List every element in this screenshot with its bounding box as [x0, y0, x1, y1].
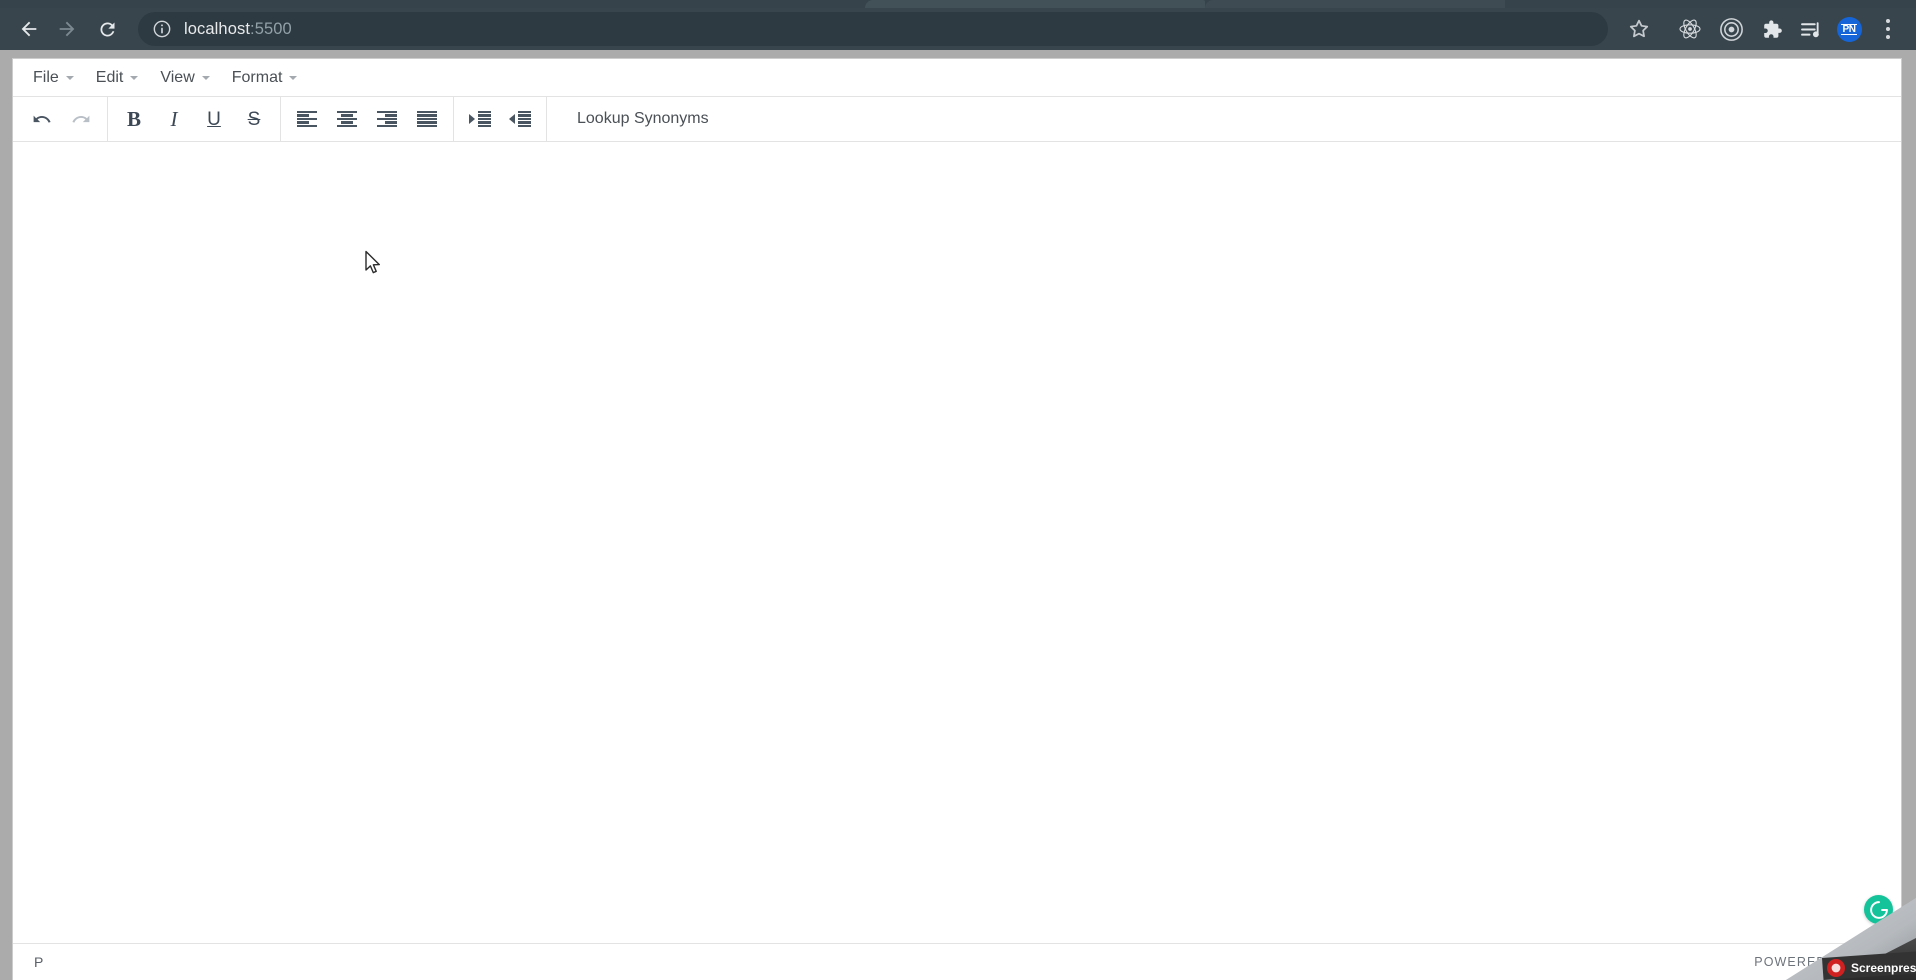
decrease-indent-icon [509, 111, 531, 127]
indent-button[interactable] [461, 103, 499, 136]
align-center-button[interactable] [328, 103, 366, 136]
align-right-icon [377, 111, 397, 127]
align-center-icon [337, 111, 357, 127]
browser-tab-inactive[interactable] [865, 0, 1205, 8]
browser-tab-active[interactable] [1205, 0, 1505, 8]
chevron-down-icon [289, 75, 298, 80]
lookup-synonyms-button[interactable]: Lookup Synonyms [567, 103, 719, 136]
italic-icon: I [170, 106, 178, 131]
editor-statusbar: P POWERED BY TINY [13, 944, 1901, 980]
align-right-button[interactable] [368, 103, 406, 136]
editor-content-area[interactable] [13, 142, 1901, 944]
editor-content-text [13, 142, 1901, 170]
editor-menubar: File Edit View Format [13, 59, 1901, 97]
extension-react-devtools-button[interactable] [1676, 15, 1704, 43]
browser-menu-button[interactable] [1878, 15, 1898, 43]
toolbar-group-format: B I U S [114, 97, 274, 142]
back-arrow-icon [21, 21, 37, 37]
address-bar[interactable]: localhost:5500 [138, 12, 1608, 46]
lookup-synonyms-label: Lookup Synonyms [577, 110, 709, 127]
strikethrough-button[interactable]: S [235, 103, 273, 136]
editor-toolbar: B I U S Lookup Synonyms [13, 96, 1901, 142]
toolbar-separator [107, 96, 108, 142]
chevron-down-icon [65, 75, 74, 80]
strikethrough-icon: S [247, 108, 261, 130]
pn-badge: PN [1836, 16, 1862, 42]
extension-target-button[interactable] [1717, 15, 1745, 43]
bookmark-star-button[interactable] [1626, 16, 1652, 42]
toolbar-group-history [21, 97, 101, 142]
menu-format[interactable]: Format [223, 65, 307, 91]
menu-edit-label: Edit [95, 68, 124, 86]
reload-icon [99, 21, 114, 36]
align-left-icon [297, 111, 317, 127]
underline-button[interactable]: U [195, 103, 233, 136]
italic-button[interactable]: I [155, 103, 193, 136]
three-dot-menu-icon [1886, 17, 1890, 41]
reload-button[interactable] [92, 14, 122, 44]
toolbar-separator [546, 96, 547, 142]
toolbar-group-indent [460, 97, 540, 142]
star-icon [1629, 19, 1649, 38]
justify-button[interactable] [408, 103, 446, 136]
menu-view[interactable]: View [151, 65, 218, 91]
browser-tab-strip [0, 0, 1916, 8]
puzzle-piece-icon [1763, 19, 1782, 38]
align-justify-icon [417, 111, 437, 127]
url-port: :5500 [250, 19, 292, 38]
url-host: localhost [184, 19, 251, 38]
increase-indent-icon [469, 111, 491, 127]
bold-button[interactable]: B [115, 103, 153, 136]
forward-arrow-icon [59, 21, 75, 37]
outdent-button[interactable] [501, 103, 539, 136]
toolbar-separator [453, 96, 454, 142]
react-atom-icon [1679, 19, 1701, 39]
browser-chrome: localhost:5500 PN [0, 0, 1916, 50]
target-circle-icon [1719, 17, 1743, 41]
pn-badge-label: PN [1841, 23, 1857, 35]
menu-edit[interactable]: Edit [87, 65, 148, 91]
extension-playlist-button[interactable] [1797, 15, 1825, 43]
toolbar-group-align [287, 97, 447, 142]
info-circle-icon[interactable] [152, 19, 172, 39]
bold-icon: B [126, 106, 141, 131]
menu-view-label: View [160, 68, 195, 86]
toolbar-separator [280, 96, 281, 142]
back-button[interactable] [14, 14, 44, 44]
menu-format-label: Format [231, 68, 283, 86]
chevron-down-icon [130, 75, 139, 80]
underline-icon: U [207, 108, 221, 130]
menu-file[interactable]: File [24, 65, 83, 91]
undo-icon [33, 115, 51, 123]
redo-button[interactable] [62, 103, 100, 136]
align-left-button[interactable] [288, 103, 326, 136]
url-text: localhost:5500 [184, 20, 292, 39]
tinymce-editor: File Edit View Format B I U S Lookup Syn… [12, 58, 1902, 980]
grammarly-button[interactable] [1864, 895, 1893, 924]
menu-file-label: File [33, 68, 59, 86]
playlist-music-icon [1800, 21, 1819, 37]
powered-by-tiny-label[interactable]: POWERED BY TINY [1754, 955, 1887, 969]
browser-navigation-row: localhost:5500 PN [0, 8, 1916, 50]
grammarly-g-icon [1869, 900, 1888, 919]
extensions-button[interactable] [1757, 15, 1785, 43]
element-path[interactable]: P [34, 954, 44, 970]
forward-button[interactable] [52, 14, 82, 44]
chevron-down-icon [201, 75, 210, 80]
undo-button[interactable] [22, 103, 60, 136]
redo-icon [71, 115, 89, 123]
extension-pn-button[interactable]: PN [1835, 15, 1863, 43]
